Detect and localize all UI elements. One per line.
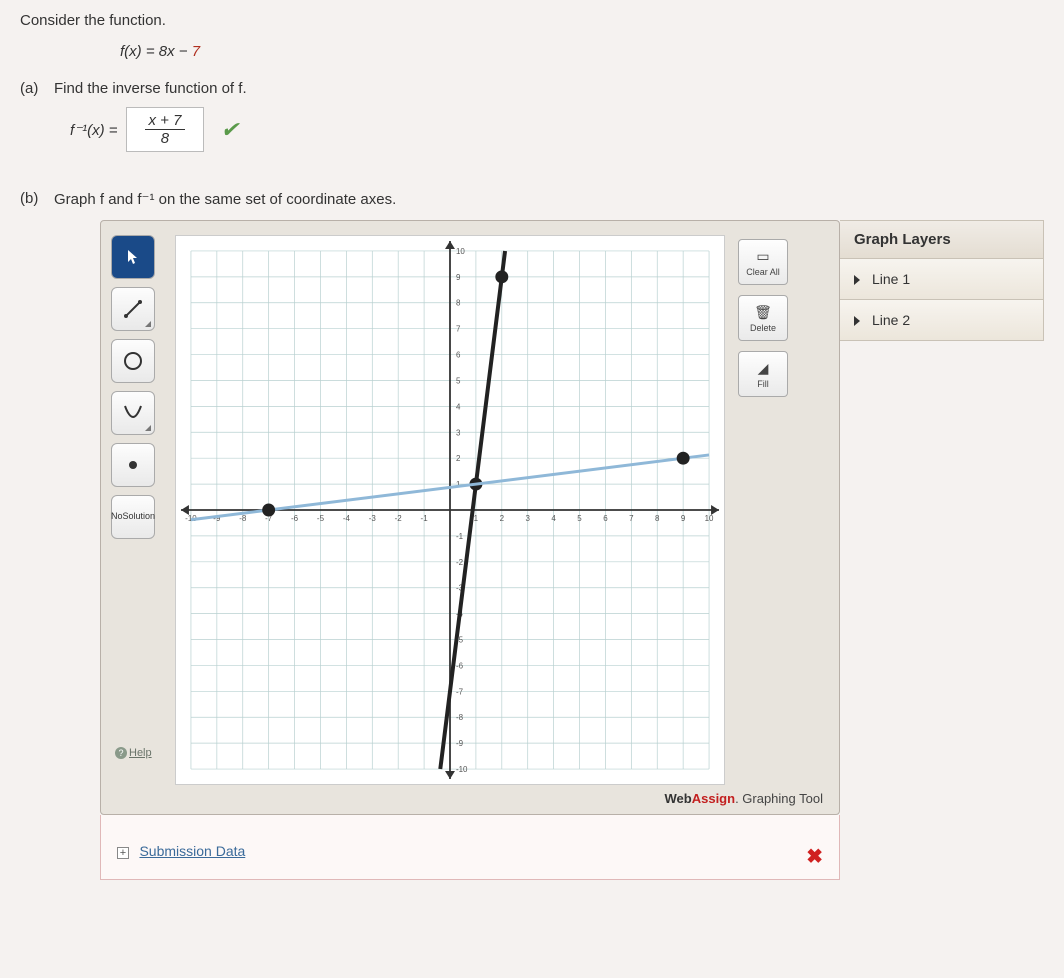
- part-a-row: (a) Find the inverse function of f.: [20, 80, 1044, 97]
- no-solution-label-1: No: [111, 512, 123, 522]
- svg-text:-6: -6: [456, 661, 464, 670]
- svg-text:-8: -8: [456, 713, 464, 722]
- help-icon: ?: [115, 747, 127, 759]
- svg-text:-9: -9: [456, 739, 464, 748]
- expand-icon[interactable]: +: [117, 847, 129, 859]
- svg-text:3: 3: [456, 428, 461, 437]
- layers-header: Graph Layers: [840, 220, 1044, 259]
- correct-check-icon: ✔: [220, 117, 238, 143]
- tool-footer: WebAssign. Graphing Tool: [101, 791, 839, 806]
- chevron-right-icon: [854, 316, 860, 326]
- line-tool-button[interactable]: [111, 287, 155, 331]
- svg-text:-7: -7: [456, 687, 464, 696]
- footer-assign: Assign: [692, 791, 735, 806]
- circle-tool-button[interactable]: [111, 339, 155, 383]
- svg-text:6: 6: [456, 351, 461, 360]
- part-a-text: Find the inverse function of f.: [54, 80, 247, 97]
- layer-row-line2[interactable]: Line 2: [840, 300, 1044, 341]
- pointer-tool-button[interactable]: [111, 235, 155, 279]
- svg-text:-10: -10: [456, 765, 468, 774]
- trash-icon: 🗑: [754, 304, 772, 321]
- svg-text:8: 8: [655, 514, 660, 523]
- fill-label: Fill: [757, 379, 769, 389]
- svg-text:-5: -5: [317, 514, 325, 523]
- svg-text:6: 6: [603, 514, 608, 523]
- svg-text:10: 10: [705, 514, 714, 523]
- svg-text:7: 7: [456, 325, 461, 334]
- graph-canvas[interactable]: -10-9-8-7-6-5-4-3-2-112345678910-10-9-8-…: [175, 235, 725, 785]
- layer-row-line1[interactable]: Line 1: [840, 259, 1044, 300]
- svg-text:-8: -8: [239, 514, 247, 523]
- no-solution-button[interactable]: No Solution: [111, 495, 155, 539]
- fill-button[interactable]: ◢ Fill: [738, 351, 788, 397]
- svg-text:-4: -4: [343, 514, 351, 523]
- submission-data-link[interactable]: Submission Data: [139, 843, 245, 859]
- help-link[interactable]: ?Help: [115, 747, 167, 759]
- svg-text:7: 7: [629, 514, 634, 523]
- part-b-label: (b): [20, 190, 44, 208]
- svg-text:4: 4: [551, 514, 556, 523]
- expand-corner-icon: [145, 425, 151, 431]
- prompt-text: Consider the function.: [20, 12, 1044, 29]
- svg-text:-1: -1: [421, 514, 429, 523]
- point-tool-button[interactable]: [111, 443, 155, 487]
- function-constant: 7: [192, 43, 200, 60]
- svg-text:2: 2: [456, 454, 461, 463]
- answer-numerator: x + 7: [145, 112, 186, 130]
- answer-input[interactable]: x + 7 8: [126, 107, 205, 152]
- answer-denominator: 8: [145, 130, 186, 147]
- clear-all-button[interactable]: ▭ Clear All: [738, 239, 788, 285]
- tool-palette: No Solution ?Help: [111, 235, 167, 785]
- graph-layers-panel: Graph Layers Line 1 Line 2: [840, 220, 1044, 341]
- expand-corner-icon: [145, 321, 151, 327]
- help-label: Help: [129, 747, 152, 759]
- no-solution-label-2: Solution: [123, 512, 156, 522]
- svg-text:9: 9: [681, 514, 686, 523]
- submission-block: + Submission Data ✖: [100, 815, 840, 880]
- layer-label: Line 2: [872, 312, 910, 328]
- part-b-text: Graph f and f⁻¹ on the same set of coord…: [54, 190, 396, 208]
- svg-text:1: 1: [474, 514, 479, 523]
- action-column: ▭ Clear All 🗑 Delete ◢ Fill: [733, 235, 793, 785]
- svg-text:-2: -2: [395, 514, 403, 523]
- fill-icon: ◢: [758, 360, 769, 377]
- svg-text:9: 9: [456, 273, 461, 282]
- svg-text:5: 5: [577, 514, 582, 523]
- svg-text:2: 2: [500, 514, 505, 523]
- parabola-tool-button[interactable]: [111, 391, 155, 435]
- svg-text:5: 5: [456, 376, 461, 385]
- answer-fraction: x + 7 8: [145, 112, 186, 147]
- delete-label: Delete: [750, 323, 776, 333]
- function-lhs: f(x) = 8x −: [120, 43, 192, 60]
- footer-web: Web: [665, 791, 692, 806]
- svg-text:3: 3: [525, 514, 530, 523]
- svg-text:4: 4: [456, 402, 461, 411]
- svg-text:-1: -1: [456, 532, 464, 541]
- svg-text:-3: -3: [369, 514, 377, 523]
- answer-row: f⁻¹(x) = x + 7 8 ✔: [70, 107, 1044, 152]
- part-a-label: (a): [20, 80, 44, 97]
- incorrect-x-icon: ✖: [806, 844, 823, 869]
- clear-icon: ▭: [756, 248, 769, 265]
- svg-text:-2: -2: [456, 558, 464, 567]
- part-b-row: (b) Graph f and f⁻¹ on the same set of c…: [20, 190, 1044, 208]
- footer-suffix: . Graphing Tool: [735, 791, 823, 806]
- layer-label: Line 1: [872, 271, 910, 287]
- svg-text:-6: -6: [291, 514, 299, 523]
- svg-text:8: 8: [456, 299, 461, 308]
- function-definition: f(x) = 8x − 7: [120, 43, 1044, 60]
- clear-all-label: Clear All: [746, 267, 780, 277]
- svg-text:10: 10: [456, 247, 465, 256]
- answer-lhs: f⁻¹(x) =: [70, 121, 118, 139]
- graphing-tool: No Solution ?Help -10 -9 -8 -7 -6 -5 -4 -3 -2 -1 1…: [100, 220, 840, 815]
- delete-button[interactable]: 🗑 Delete: [738, 295, 788, 341]
- chevron-right-icon: [854, 275, 860, 285]
